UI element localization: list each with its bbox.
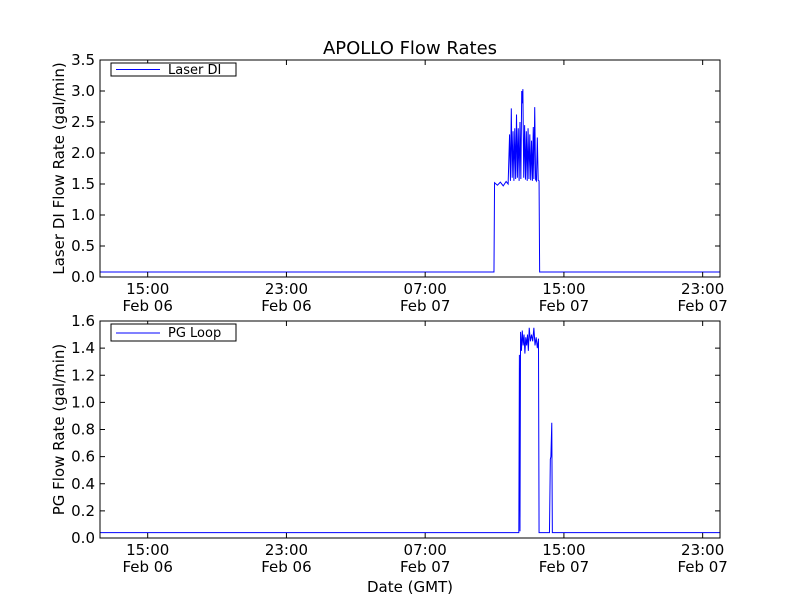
x-tick-label-date-1-1: Feb 06 <box>261 297 311 315</box>
y-tick-label-2-3: 0.6 <box>71 448 95 466</box>
y-tick-label-1-2: 1.0 <box>71 206 95 224</box>
x-axis-label: Date (GMT) <box>367 578 453 596</box>
x-tick-label-date-2-3: Feb 07 <box>539 558 589 576</box>
y-tick-label-1-0: 0.0 <box>71 268 95 286</box>
y-tick-label-2-1: 0.2 <box>71 502 95 520</box>
legend-label-2: PG Loop <box>168 326 221 341</box>
y-tick-label-2-4: 0.8 <box>71 421 95 439</box>
x-tick-label-time-1-3: 15:00 <box>542 280 585 298</box>
x-tick-label-time-2-1: 23:00 <box>265 541 308 559</box>
legend-label-1: Laser DI <box>168 63 221 78</box>
y-tick-label-1-7: 3.5 <box>71 51 95 69</box>
x-tick-label-time-2-4: 23:00 <box>681 541 724 559</box>
x-tick-label-date-2-1: Feb 06 <box>261 558 311 576</box>
legend-2: PG Loop <box>110 323 237 342</box>
x-tick-label-date-2-0: Feb 06 <box>122 558 172 576</box>
x-tick-label-date-2-4: Feb 07 <box>677 558 727 576</box>
x-tick-label-date-1-3: Feb 07 <box>539 297 589 315</box>
chart-title: APOLLO Flow Rates <box>323 38 497 59</box>
x-tick-label-date-1-0: Feb 06 <box>122 297 172 315</box>
y-tick-label-1-3: 1.5 <box>71 175 95 193</box>
figure: APOLLO Flow Rates 0.0 0.5 1.0 1.5 2.0 2.5 3.0 3… <box>0 0 800 600</box>
y-tick-label-2-6: 1.2 <box>71 366 95 384</box>
y-tick-label-2-5: 1.0 <box>71 393 95 411</box>
x-tick-label-time-1-1: 23:00 <box>265 280 308 298</box>
x-tick-label-date-1-2: Feb 07 <box>400 297 450 315</box>
legend-1: Laser DI <box>110 62 237 78</box>
y-tick-label-1-4: 2.0 <box>71 144 95 162</box>
x-tick-label-time-2-3: 15:00 <box>542 541 585 559</box>
y-tick-label-1-1: 0.5 <box>71 237 95 255</box>
y-tick-label-1-6: 3.0 <box>71 82 95 100</box>
y-axis-label-2: PG Flow Rate (gal/min) <box>50 344 68 516</box>
y-tick-label-2-7: 1.4 <box>71 339 95 357</box>
x-tick-label-time-2-0: 15:00 <box>126 541 169 559</box>
x-tick-label-time-1-4: 23:00 <box>681 280 724 298</box>
y-tick-label-2-2: 0.4 <box>71 475 95 493</box>
y-tick-label-2-0: 0.0 <box>71 529 95 547</box>
x-tick-label-date-1-4: Feb 07 <box>677 297 727 315</box>
y-axis-label-1: Laser DI Flow Rate (gal/min) <box>50 62 68 274</box>
y-tick-label-2-8: 1.6 <box>71 312 95 330</box>
x-tick-label-time-1-2: 07:00 <box>404 280 447 298</box>
x-tick-label-time-1-0: 15:00 <box>126 280 169 298</box>
x-tick-label-date-2-2: Feb 07 <box>400 558 450 576</box>
y-tick-label-1-5: 2.5 <box>71 113 95 131</box>
x-tick-label-time-2-2: 07:00 <box>404 541 447 559</box>
